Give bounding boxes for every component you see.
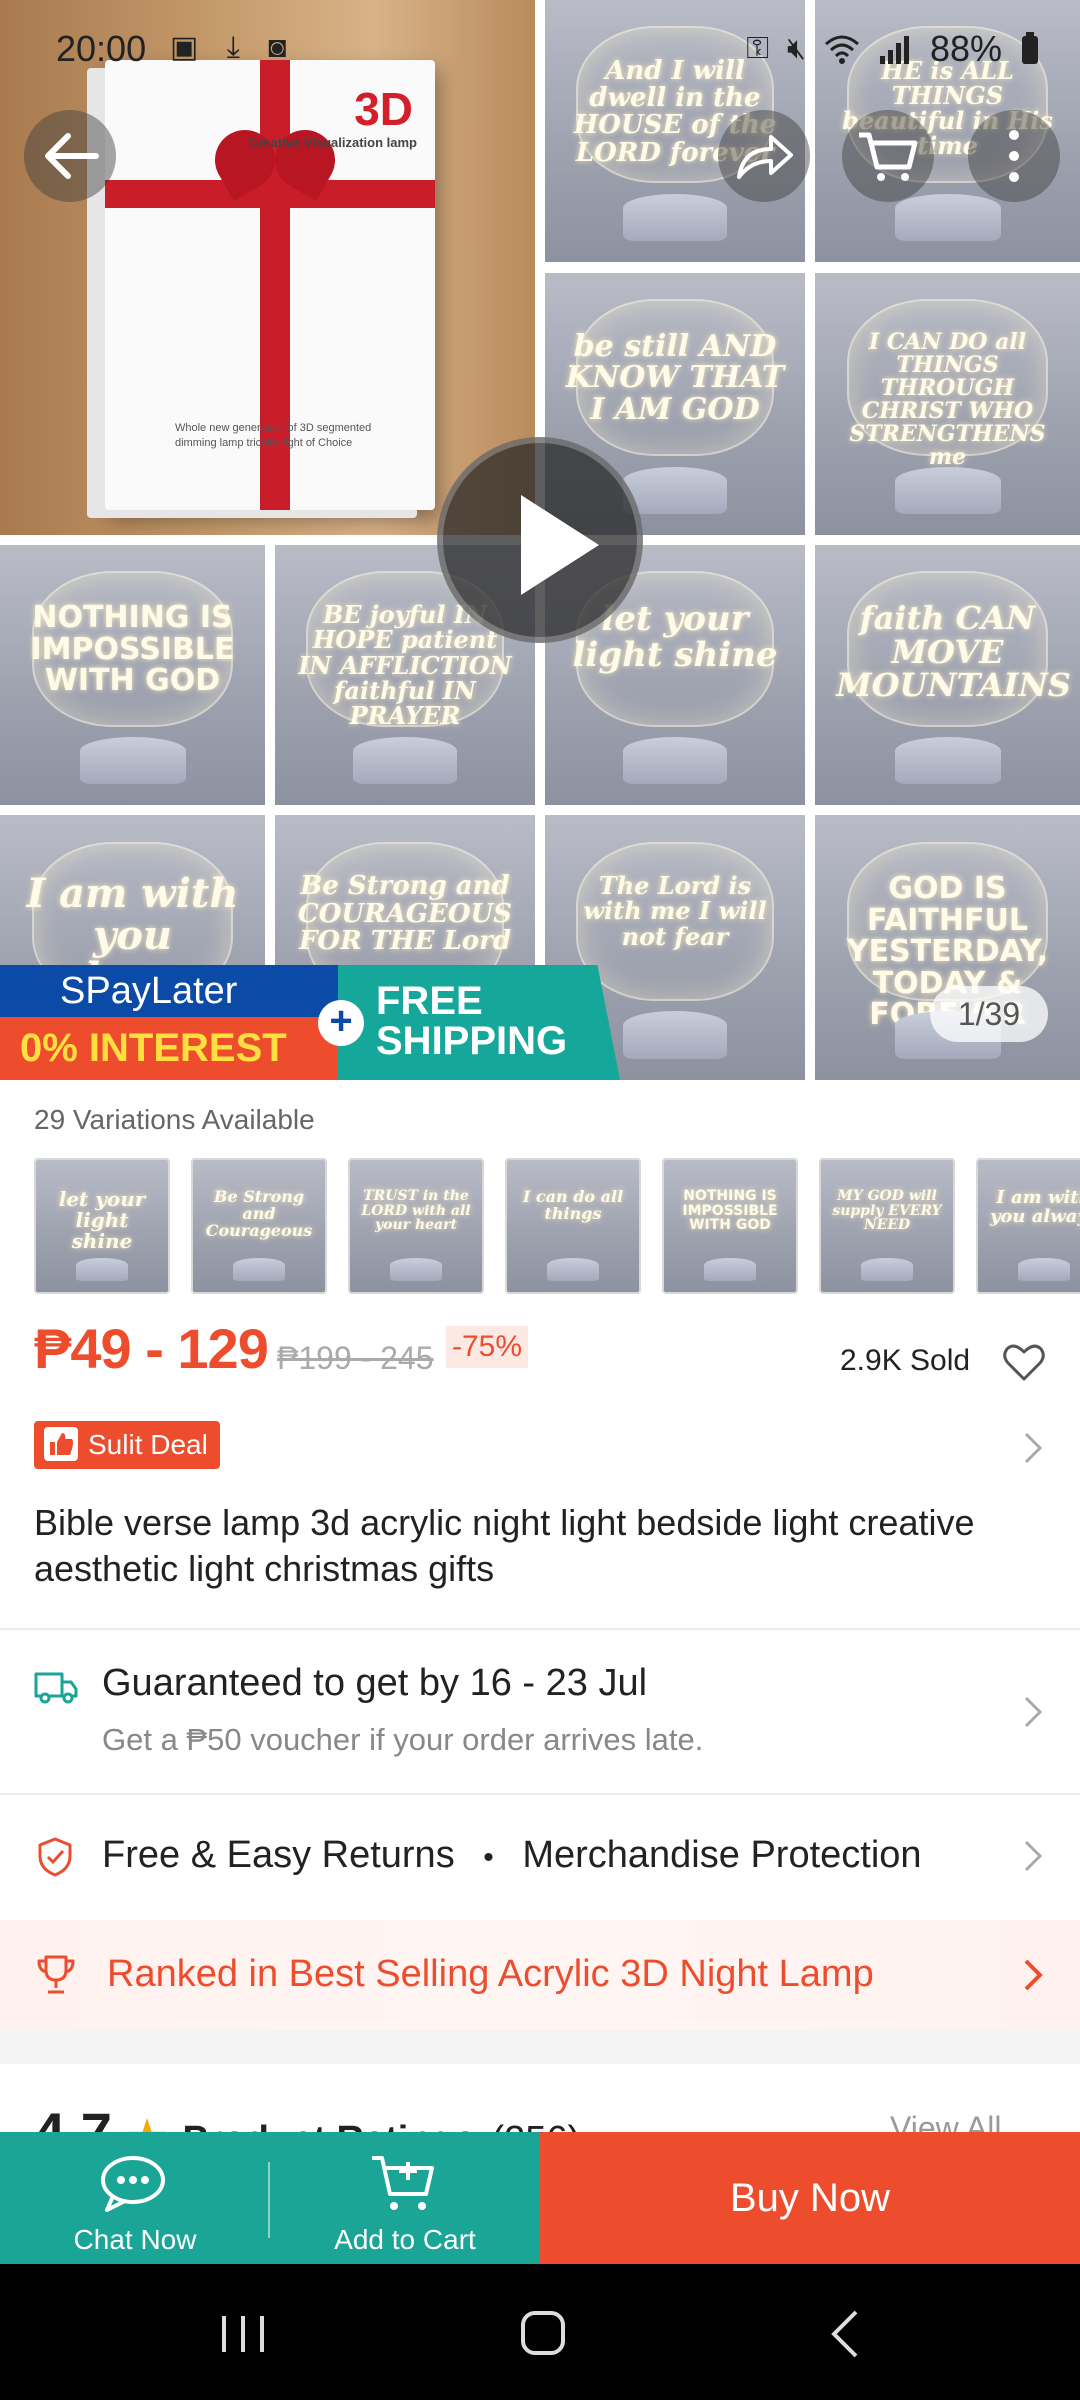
buy-now-button[interactable]: Buy Now xyxy=(540,2132,1080,2264)
ranked-banner[interactable]: Ranked in Best Selling Acrylic 3D Night … xyxy=(0,1920,1080,2030)
tile-verse: Be Strong and COURAGEOUS FOR THE Lord xyxy=(298,871,512,956)
variation-thumb[interactable]: Be Strong and Courageous xyxy=(191,1158,327,1294)
share-button[interactable] xyxy=(718,110,810,202)
variation-thumb[interactable]: I can do all things xyxy=(505,1158,641,1294)
shipping-guarantee: Guaranteed to get by 16 - 23 Jul xyxy=(102,1662,648,1704)
notification-icons: ▣ ⤓ ◙ xyxy=(170,31,297,64)
bow-graphic xyxy=(215,120,335,210)
returns-label: Free & Easy Returns xyxy=(102,1834,455,1876)
box-label-sub: Creative Visualization lamp xyxy=(248,135,417,150)
gallery-tile[interactable]: I CAN DO all THINGS THROUGH CHRIST WHO S… xyxy=(815,273,1080,535)
chevron-right-icon[interactable] xyxy=(1020,1428,1046,1468)
variation-thumb[interactable]: NOTHING IS IMPOSSIBLE WITH GOD xyxy=(662,1158,798,1294)
more-button[interactable] xyxy=(968,110,1060,202)
back-nav-icon[interactable] xyxy=(826,2308,866,2360)
arrow-left-icon xyxy=(45,133,99,179)
back-button[interactable] xyxy=(24,110,116,202)
key-icon: ⚿ xyxy=(746,32,770,65)
recent-apps-icon[interactable] xyxy=(218,2312,268,2356)
spaylater-label: SPayLater xyxy=(0,965,345,1017)
gallery-tile[interactable]: NOTHING IS IMPOSSIBLE WITH GOD xyxy=(0,545,265,805)
original-price: ₱199 - 245 xyxy=(277,1340,434,1376)
cart-button[interactable] xyxy=(842,110,934,202)
plus-icon: + xyxy=(318,1000,364,1046)
sold-count: 2.9K Sold xyxy=(840,1344,971,1377)
variations-label: 29 Variations Available xyxy=(34,1104,315,1135)
mute-icon: 🔇︎ xyxy=(787,32,806,65)
current-price: ₱49 - 129 xyxy=(34,1317,269,1380)
play-video-button[interactable] xyxy=(437,437,643,643)
gallery-tile[interactable]: faith CAN MOVE MOUNTAINS xyxy=(815,545,1080,805)
merch-protection-label: Merchandise Protection xyxy=(522,1834,922,1876)
sulit-deal-label: Sulit Deal xyxy=(88,1429,208,1460)
variation-thumbnails[interactable]: let your light shine Be Strong and Coura… xyxy=(34,1158,1080,1296)
variation-thumb[interactable]: MY GOD will supply EVERY NEED xyxy=(819,1158,955,1294)
trophy-icon xyxy=(37,1955,75,1994)
cart-icon xyxy=(859,132,918,181)
tile-verse: be still AND KNOW THAT I AM GOD xyxy=(565,328,785,427)
separator-dot: • xyxy=(483,1841,494,1874)
sulit-deal-badge[interactable]: Sulit Deal xyxy=(34,1421,220,1469)
variation-thumb[interactable]: TRUST in the LORD with all your heart xyxy=(348,1158,484,1294)
variation-thumb[interactable]: let your light shine xyxy=(34,1158,170,1294)
system-navigation-bar xyxy=(0,2264,1080,2400)
product-title: Bible verse lamp 3d acrylic night light … xyxy=(34,1502,975,1589)
interest-label: 0% INTEREST xyxy=(0,1017,345,1080)
heart-icon[interactable] xyxy=(1002,1340,1046,1384)
shipping-voucher-note: Get a ₱50 voucher if your order arrives … xyxy=(102,1722,704,1757)
free-shipping-banner: FREE SHIPPING xyxy=(338,965,620,1080)
ranked-text: Ranked in Best Selling Acrylic 3D Night … xyxy=(107,1953,874,1995)
add-to-cart-button[interactable]: Add to Cart xyxy=(270,2132,540,2264)
shipping-label: SHIPPING xyxy=(376,1019,568,1063)
thumbs-up-icon xyxy=(44,1427,78,1461)
free-label: FREE xyxy=(376,979,483,1023)
chevron-right-icon xyxy=(1024,1959,1043,1991)
home-icon[interactable] xyxy=(518,2308,568,2358)
spaylater-banner: SPayLater 0% INTEREST xyxy=(0,965,345,1080)
wifi-icon xyxy=(824,35,859,64)
promo-banner: SPayLater 0% INTEREST + FREE SHIPPING xyxy=(0,965,620,1080)
tile-verse: faith CAN MOVE MOUNTAINS xyxy=(836,599,1071,705)
divider xyxy=(0,1793,1080,1795)
signal-icon xyxy=(879,36,909,64)
section-gap xyxy=(0,2030,1080,2064)
add-to-cart-label: Add to Cart xyxy=(334,2224,476,2255)
chevron-right-icon xyxy=(1024,1840,1043,1872)
chat-now-button[interactable]: Chat Now xyxy=(0,2132,270,2264)
share-icon xyxy=(737,135,793,179)
truck-icon xyxy=(34,1672,78,1704)
divider xyxy=(0,1628,1080,1630)
chevron-right-icon xyxy=(1024,1696,1043,1728)
bottom-action-bar: Chat Now Add to Cart Buy Now xyxy=(0,2132,1080,2264)
chat-now-label: Chat Now xyxy=(73,2224,197,2255)
battery-percent: 88% xyxy=(929,28,1002,69)
status-time: 20:00 xyxy=(56,28,147,69)
tile-verse: NOTHING IS IMPOSSIBLE WITH GOD xyxy=(30,600,235,699)
gift-box-image: 3D Creative Visualization lamp Whole new… xyxy=(105,60,435,510)
discount-badge: -75% xyxy=(446,1326,529,1368)
battery-icon xyxy=(1022,32,1038,64)
chat-icon xyxy=(101,2156,165,2212)
add-cart-icon xyxy=(372,2156,434,2210)
variation-thumb[interactable]: I am with you always xyxy=(976,1158,1080,1294)
tile-verse: I CAN DO all THINGS THROUGH CHRIST WHO S… xyxy=(849,328,1046,471)
image-counter: 1/39 xyxy=(930,986,1048,1042)
tile-verse: The Lord is with me I will not fear xyxy=(583,871,767,951)
box-footer-text: Whole new generation of 3D segmented dim… xyxy=(175,422,372,449)
status-bar: 20:00 ▣ ⤓ ◙ ⚿ 🔇︎ 88% xyxy=(0,0,1080,100)
shield-check-icon xyxy=(38,1837,72,1877)
more-vertical-icon xyxy=(1009,130,1019,182)
